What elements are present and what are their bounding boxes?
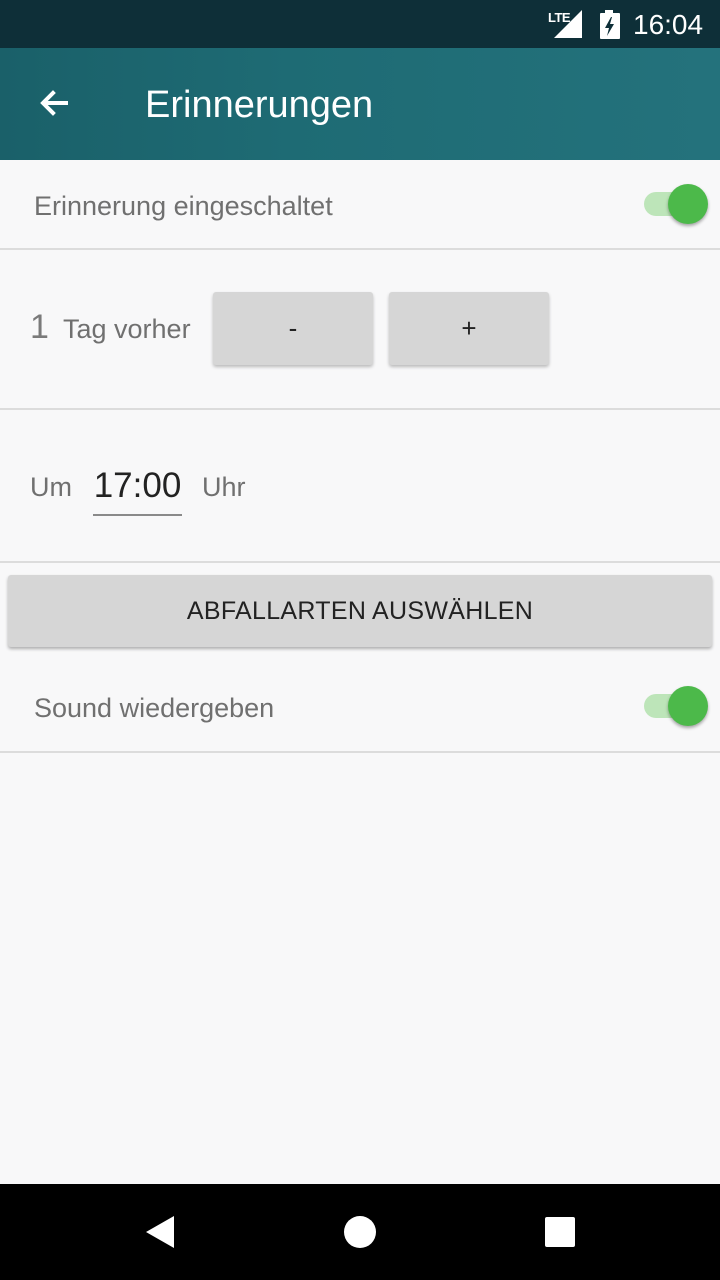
status-clock: 16:04	[633, 9, 704, 40]
battery-charging-icon	[600, 10, 620, 39]
app-bar: Erinnerungen	[0, 48, 720, 160]
sound-switch[interactable]	[644, 686, 710, 726]
sound-row: Sound wiedergeben	[0, 662, 720, 753]
sound-label: Sound wiedergeben	[34, 693, 275, 723]
recents-square-icon[interactable]	[544, 1216, 576, 1248]
reminder-row: Erinnerung eingeschaltet	[0, 160, 720, 250]
status-bar: LTE 16:04	[0, 0, 720, 48]
back-triangle-icon[interactable]	[144, 1215, 176, 1249]
page-title: Erinnerungen	[145, 84, 374, 126]
switch-thumb	[668, 184, 708, 224]
decrease-days-button[interactable]: -	[213, 292, 373, 365]
reminder-label: Erinnerung eingeschaltet	[34, 191, 333, 221]
navigation-bar	[0, 1184, 720, 1280]
select-waste-types-button[interactable]: ABFALLARTEN AUSWÄHLEN	[8, 575, 712, 647]
time-row: Um 17:00 Uhr	[0, 410, 720, 563]
time-prefix: Um	[30, 472, 72, 502]
home-circle-icon[interactable]	[343, 1215, 377, 1249]
reminder-switch[interactable]	[644, 184, 710, 224]
increase-days-button[interactable]: +	[389, 292, 549, 365]
time-suffix: Uhr	[202, 472, 246, 502]
arrow-back-icon[interactable]	[34, 84, 74, 124]
time-field[interactable]: 17:00	[93, 466, 182, 516]
days-before-row: 1 Tag vorher - +	[0, 250, 720, 410]
days-label: Tag vorher	[63, 314, 191, 344]
signal-icon	[554, 10, 582, 38]
switch-thumb	[668, 686, 708, 726]
days-count: 1	[30, 308, 49, 346]
